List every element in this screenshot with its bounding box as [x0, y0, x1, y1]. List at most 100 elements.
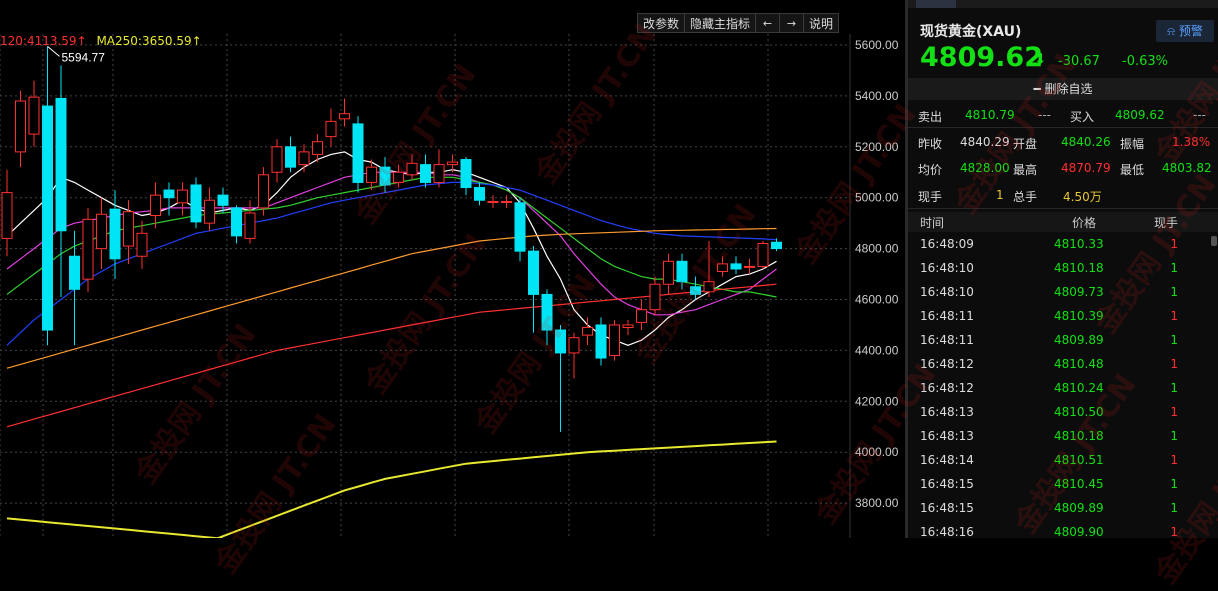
tick-time: 16:48:12 — [920, 381, 974, 395]
last-price: 4809.62 — [920, 42, 1043, 73]
tick-time: 16:48:14 — [920, 453, 974, 467]
tick-price: 4810.24 — [1054, 381, 1104, 395]
chart-canvas[interactable]: 5600.00 5400.00 5200.00 5000.00 4800.00 4600.… — [0, 0, 905, 538]
alert-button[interactable]: ⍾ 预警 — [1156, 20, 1214, 42]
tick-time: 16:48:11 — [920, 333, 974, 347]
bid-ask-row: 卖出 4810.79 --- 买入 4809.62 --- — [908, 104, 1218, 126]
params-button[interactable]: 改参数 — [637, 13, 686, 33]
high-price: 4870.79 — [1061, 161, 1111, 175]
low-label: 最低 — [1120, 163, 1145, 177]
tick-row: 16:48:11 4810.39 1 — [908, 304, 1218, 328]
alert-label: 预警 — [1178, 24, 1203, 38]
candle-body — [582, 326, 593, 336]
candle-body — [555, 329, 566, 354]
tick-volume: 1 — [1170, 405, 1178, 419]
stats-row-1: 昨收 4840.29 开盘 4840.26 振幅 1.38% — [908, 131, 1218, 153]
total-vol-label: 总手 — [1013, 190, 1038, 204]
cur-vol: 1 — [996, 188, 1004, 202]
candle-body — [366, 166, 377, 183]
candle-body — [393, 171, 404, 183]
tick-time: 16:48:11 — [920, 309, 974, 323]
open-price: 4840.26 — [1061, 135, 1111, 149]
remove-watchlist-button[interactable]: ━ 删除自选 — [908, 78, 1218, 100]
candle-body — [244, 212, 256, 239]
tick-time: 16:48:09 — [920, 237, 974, 251]
candle-body — [136, 232, 148, 257]
tick-time: 16:48:10 — [920, 261, 974, 275]
tick-volume: 1 — [1170, 501, 1178, 515]
ticks-header: 时间 价格 现手 — [908, 212, 1218, 232]
candle-body — [69, 255, 80, 290]
hide-indicator-button[interactable]: 隐藏主指标 — [684, 13, 757, 33]
price-change-pct: -0.63% — [1122, 54, 1168, 69]
candle-body — [325, 120, 337, 138]
cur-vol-label: 现手 — [918, 190, 943, 204]
tick-volume: 1 — [1170, 477, 1178, 491]
high-label: 最高 — [1013, 163, 1038, 177]
y-tick-label: 5600.00 — [855, 38, 899, 52]
right-arrow-icon[interactable]: → — [779, 13, 805, 33]
panel-tab-strip — [908, 0, 1218, 8]
candle-body — [339, 113, 350, 120]
candle-body — [487, 201, 499, 204]
tick-price: 4809.89 — [1054, 501, 1104, 515]
stats-row-2: 均价 4828.00 最高 4870.79 最低 4803.82 — [908, 157, 1218, 179]
ma-line — [6, 283, 777, 428]
y-tick-label: 4000.00 — [855, 445, 899, 459]
candle-body — [96, 213, 107, 250]
ticks-scrollbar[interactable] — [1211, 236, 1217, 246]
tick-volume: 1 — [1170, 429, 1178, 443]
ticks-header-time: 时间 — [920, 216, 945, 230]
candle-body — [258, 174, 269, 209]
candle-body — [730, 263, 742, 270]
down-arrow-icon: ⬇ — [1034, 50, 1047, 68]
amplitude: 1.38% — [1172, 135, 1211, 149]
candle-body — [298, 151, 310, 166]
tick-price: 4810.18 — [1054, 429, 1104, 443]
tick-price: 4809.73 — [1054, 285, 1104, 299]
y-tick-label: 4400.00 — [855, 343, 899, 357]
candle-body — [501, 201, 512, 204]
candle-body — [150, 194, 161, 217]
max-annotation: 5594.77 — [62, 50, 106, 64]
candle-body — [82, 218, 94, 280]
candle-body — [433, 164, 445, 183]
tick-volume: 1 — [1170, 285, 1178, 299]
tick-volume: 1 — [1170, 357, 1178, 371]
candle-body — [568, 337, 580, 354]
help-button[interactable]: 说明 — [803, 13, 840, 33]
candle-body — [42, 105, 53, 331]
tick-volume: 1 — [1170, 453, 1178, 467]
tick-row: 16:48:12 4810.48 1 — [908, 352, 1218, 376]
buy-price: 4809.62 — [1115, 108, 1165, 122]
tick-row: 16:48:13 4810.18 1 — [908, 424, 1218, 448]
candle-body — [420, 164, 431, 183]
panel-tab[interactable] — [916, 0, 956, 8]
price-change: -30.67 — [1058, 54, 1100, 69]
y-tick-label: 5000.00 — [855, 191, 899, 205]
tick-row: 16:48:11 4809.89 1 — [908, 328, 1218, 352]
divider — [908, 208, 1218, 209]
ticks-header-price: 价格 — [1072, 216, 1097, 230]
candle-body — [204, 199, 215, 224]
candle-body — [636, 309, 647, 323]
candle-body — [541, 293, 553, 331]
tick-price: 4810.51 — [1054, 453, 1104, 467]
tick-volume: 1 — [1170, 237, 1178, 251]
amp-label: 振幅 — [1120, 137, 1145, 151]
kline-chart[interactable]: 5600.00 5400.00 5200.00 5000.00 4800.00 4600.… — [0, 0, 905, 538]
left-arrow-icon[interactable]: ← — [755, 13, 781, 33]
sell-price: 4810.79 — [965, 108, 1015, 122]
buy-label: 买入 — [1070, 110, 1095, 124]
tick-price: 4809.89 — [1054, 333, 1104, 347]
prev-label: 昨收 — [918, 137, 943, 151]
symbol-name: 现货黄金(XAU) — [920, 24, 1022, 40]
candle-body — [28, 96, 40, 135]
tick-row: 16:48:15 4810.45 1 — [908, 472, 1218, 496]
candle-body — [379, 166, 391, 186]
candle-body — [663, 260, 674, 285]
tick-row: 16:48:13 4810.50 1 — [908, 400, 1218, 424]
tick-price: 4810.39 — [1054, 309, 1104, 323]
candle-body — [312, 141, 323, 155]
candle-body — [123, 211, 134, 247]
